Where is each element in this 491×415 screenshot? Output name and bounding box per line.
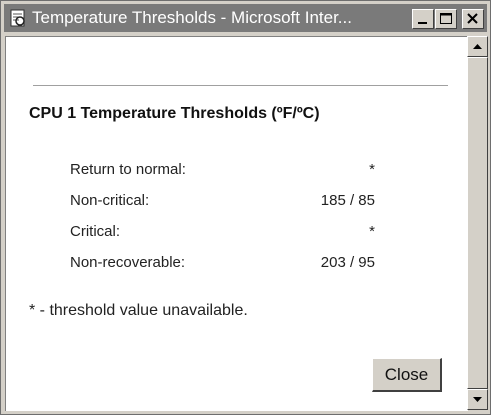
threshold-label: Critical: <box>70 223 121 240</box>
scroll-up-button[interactable] <box>467 36 488 57</box>
threshold-value: 203 / 95 <box>320 254 375 271</box>
minimize-button[interactable] <box>412 9 434 29</box>
dialog-content: CPU 1 Temperature Thresholds (ºF/ºC) Ret… <box>5 36 468 411</box>
vertical-scrollbar[interactable] <box>467 36 488 410</box>
close-icon <box>467 13 478 24</box>
scroll-down-arrow-icon <box>473 397 482 402</box>
thresholds-heading: CPU 1 Temperature Thresholds (ºF/ºC) <box>29 105 320 122</box>
threshold-value: * <box>369 161 375 178</box>
window-title: Temperature Thresholds - Microsoft Inter… <box>32 8 352 27</box>
scroll-up-arrow-icon <box>473 44 482 49</box>
title-bar[interactable]: Temperature Thresholds - Microsoft Inter… <box>4 4 487 32</box>
divider <box>33 85 448 87</box>
threshold-value: 185 / 85 <box>320 192 375 209</box>
browser-popup-window: Temperature Thresholds - Microsoft Inter… <box>0 0 491 415</box>
threshold-row-critical: Critical: * <box>70 223 375 245</box>
threshold-footnote: * - threshold value unavailable. <box>29 302 248 319</box>
maximize-button[interactable] <box>435 9 457 29</box>
threshold-label: Non-critical: <box>70 192 150 209</box>
threshold-row-non-recoverable: Non-recoverable: 203 / 95 <box>70 254 375 276</box>
threshold-label: Return to normal: <box>70 161 186 178</box>
threshold-row-non-critical: Non-critical: 185 / 85 <box>70 192 375 214</box>
close-window-button[interactable] <box>462 9 484 29</box>
threshold-value: * <box>369 223 375 240</box>
scroll-down-button[interactable] <box>467 389 488 410</box>
threshold-row-return-to-normal: Return to normal: * <box>70 161 375 183</box>
threshold-label: Non-recoverable: <box>70 254 186 271</box>
minimize-icon <box>418 22 427 24</box>
maximize-icon <box>440 13 452 24</box>
close-button[interactable]: Close <box>372 358 442 392</box>
ie-page-icon <box>10 9 25 27</box>
scroll-thumb[interactable] <box>467 57 488 389</box>
